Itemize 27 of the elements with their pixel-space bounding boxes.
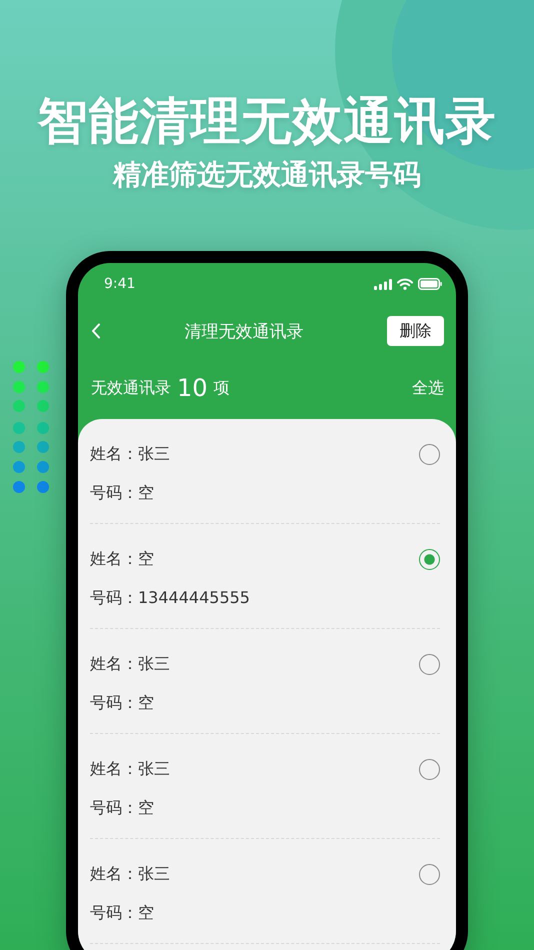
headline: 智能清理无效通讯录 <box>38 91 496 152</box>
delete-button[interactable]: 删除 <box>387 316 444 346</box>
contact-name: 姓名：空 <box>90 548 155 570</box>
radio-button[interactable] <box>419 444 440 465</box>
summary-count: 10 <box>177 374 208 402</box>
radio-button[interactable] <box>419 759 440 780</box>
contact-number: 号码：空 <box>90 902 155 924</box>
signal-icon <box>374 278 392 290</box>
status-time: 9:41 <box>104 276 136 292</box>
contact-number: 号码：空 <box>90 692 155 714</box>
contact-name: 姓名：张三 <box>90 443 170 465</box>
back-icon[interactable] <box>91 323 101 339</box>
screen-title: 清理无效通讯录 <box>184 320 304 342</box>
contact-number: 号码：空 <box>90 797 155 819</box>
summary-label: 无效通讯录 <box>91 378 171 398</box>
contact-name: 姓名：张三 <box>90 758 170 780</box>
radio-button[interactable] <box>419 864 440 885</box>
summary-unit: 项 <box>214 378 230 398</box>
contact-name: 姓名：张三 <box>90 653 170 675</box>
wifi-icon <box>397 278 413 290</box>
radio-button[interactable] <box>419 654 440 675</box>
battery-icon <box>418 278 442 290</box>
contact-name: 姓名：张三 <box>90 863 170 885</box>
contact-number: 号码：空 <box>90 482 155 504</box>
subtitle: 精准筛选无效通讯录号码 <box>113 157 421 193</box>
radio-button[interactable] <box>419 549 440 570</box>
contact-number: 号码：13444445555 <box>90 587 250 609</box>
